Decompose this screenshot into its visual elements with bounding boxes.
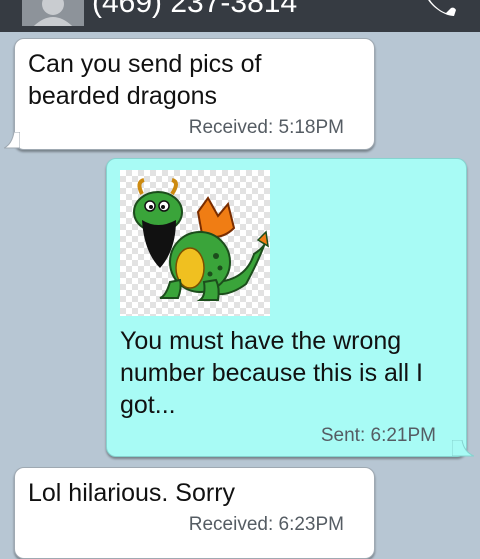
message-bubble-received[interactable]: Can you send pics of bearded dragons Rec…	[14, 38, 375, 150]
message-bubble-received[interactable]: Lol hilarious. Sorry Received: 6:23PM	[14, 467, 375, 559]
dragon-image-attachment[interactable]	[120, 170, 270, 316]
bubble-tail	[452, 440, 474, 457]
conversation-header: (469) 237-3814	[0, 0, 480, 32]
message-text: You must have the wrong number because t…	[120, 327, 423, 419]
contact-number: (469) 237-3814	[92, 0, 298, 19]
phone-icon	[428, 0, 456, 16]
message-text: Can you send pics of bearded dragons	[28, 50, 262, 110]
bubble-tail	[4, 132, 20, 149]
message-timestamp: Sent: 6:21PM	[320, 425, 436, 446]
contact-avatar[interactable]	[22, 0, 84, 26]
message-text: Lol hilarious. Sorry	[28, 479, 236, 507]
cartoon-dragon-image	[133, 178, 269, 301]
message-timestamp: Received: 6:23PM	[188, 514, 344, 535]
message-timestamp: Received: 5:18PM	[188, 117, 344, 138]
message-bubble-sent[interactable]: You must have the wrong number because t…	[106, 158, 467, 457]
call-button[interactable]	[420, 0, 460, 24]
